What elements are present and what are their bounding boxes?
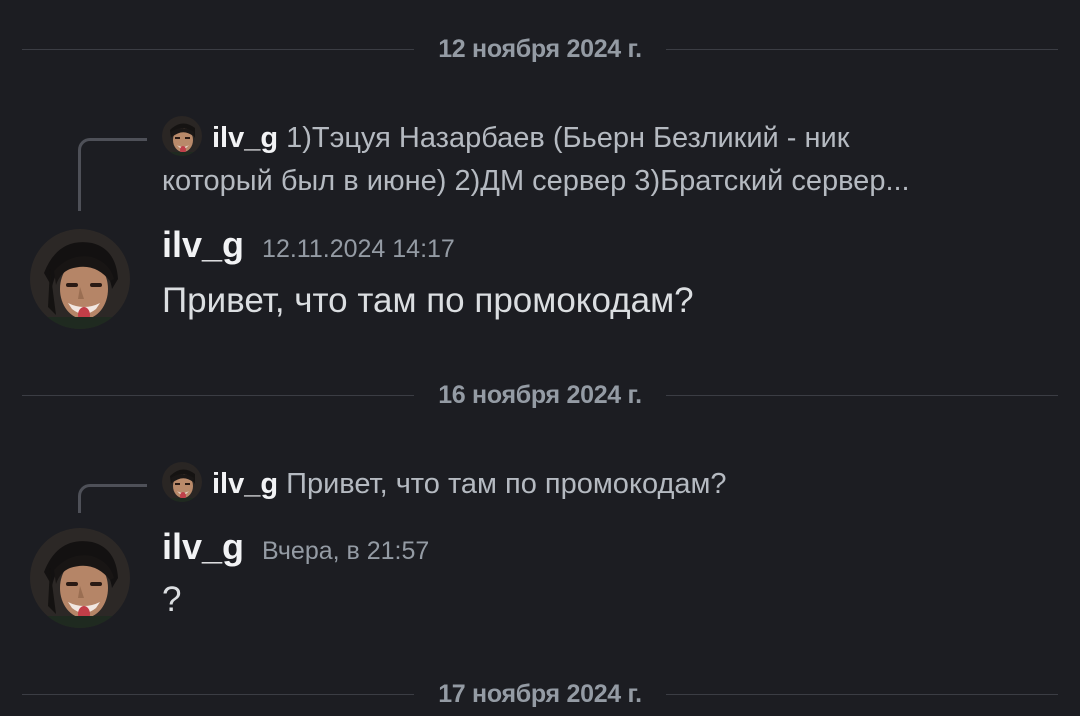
date-divider-label: 17 ноября 2024 г.	[438, 679, 642, 708]
user-avatar-icon[interactable]	[30, 229, 130, 329]
date-divider-label: 12 ноября 2024 г.	[438, 34, 642, 63]
message-timestamp: 12.11.2024 14:17	[262, 235, 455, 263]
reply-preview[interactable]: ilv_g 1)Тэцуя Назарбаев (Бьерн Безликий -…	[162, 116, 910, 202]
reply-spine	[78, 484, 147, 513]
divider-line	[665, 394, 1058, 396]
message-text: ?	[162, 580, 182, 619]
reply-author[interactable]: ilv_g	[212, 468, 278, 500]
divider-line	[22, 394, 415, 396]
date-divider: 12 ноября 2024 г.	[22, 34, 1058, 64]
date-divider: 17 ноября 2024 г.	[22, 679, 1058, 709]
divider-line	[22, 48, 415, 50]
message-header: ilv_g Вчера, в 21:57	[162, 526, 429, 568]
message-timestamp: Вчера, в 21:57	[262, 537, 430, 565]
reply-spine	[78, 138, 147, 211]
user-avatar-icon[interactable]	[30, 528, 130, 628]
reply-text: Привет, что там по промокодам?	[286, 468, 727, 500]
date-divider: 16 ноября 2024 г.	[22, 380, 1058, 410]
reply-preview[interactable]: ilv_g Привет, что там по промокодам?	[162, 462, 727, 505]
message-header: ilv_g 12.11.2024 14:17	[162, 224, 455, 266]
message-author[interactable]: ilv_g	[162, 526, 244, 567]
divider-line	[665, 48, 1058, 50]
divider-line	[22, 693, 415, 695]
reply-avatar-icon[interactable]	[162, 462, 202, 503]
reply-author[interactable]: ilv_g	[212, 122, 278, 154]
message-author[interactable]: ilv_g	[162, 224, 244, 265]
reply-avatar-icon[interactable]	[162, 116, 202, 157]
date-divider-label: 16 ноября 2024 г.	[438, 380, 642, 409]
divider-line	[665, 693, 1058, 695]
message-text: Привет, что там по промокодам?	[162, 281, 694, 320]
reply-text: 1)Тэцуя Назарбаев (Бьерн Безликий - ник	[286, 122, 850, 154]
reply-text-continued: который был в июне) 2)ДМ сервер 3)Братск…	[162, 165, 910, 198]
